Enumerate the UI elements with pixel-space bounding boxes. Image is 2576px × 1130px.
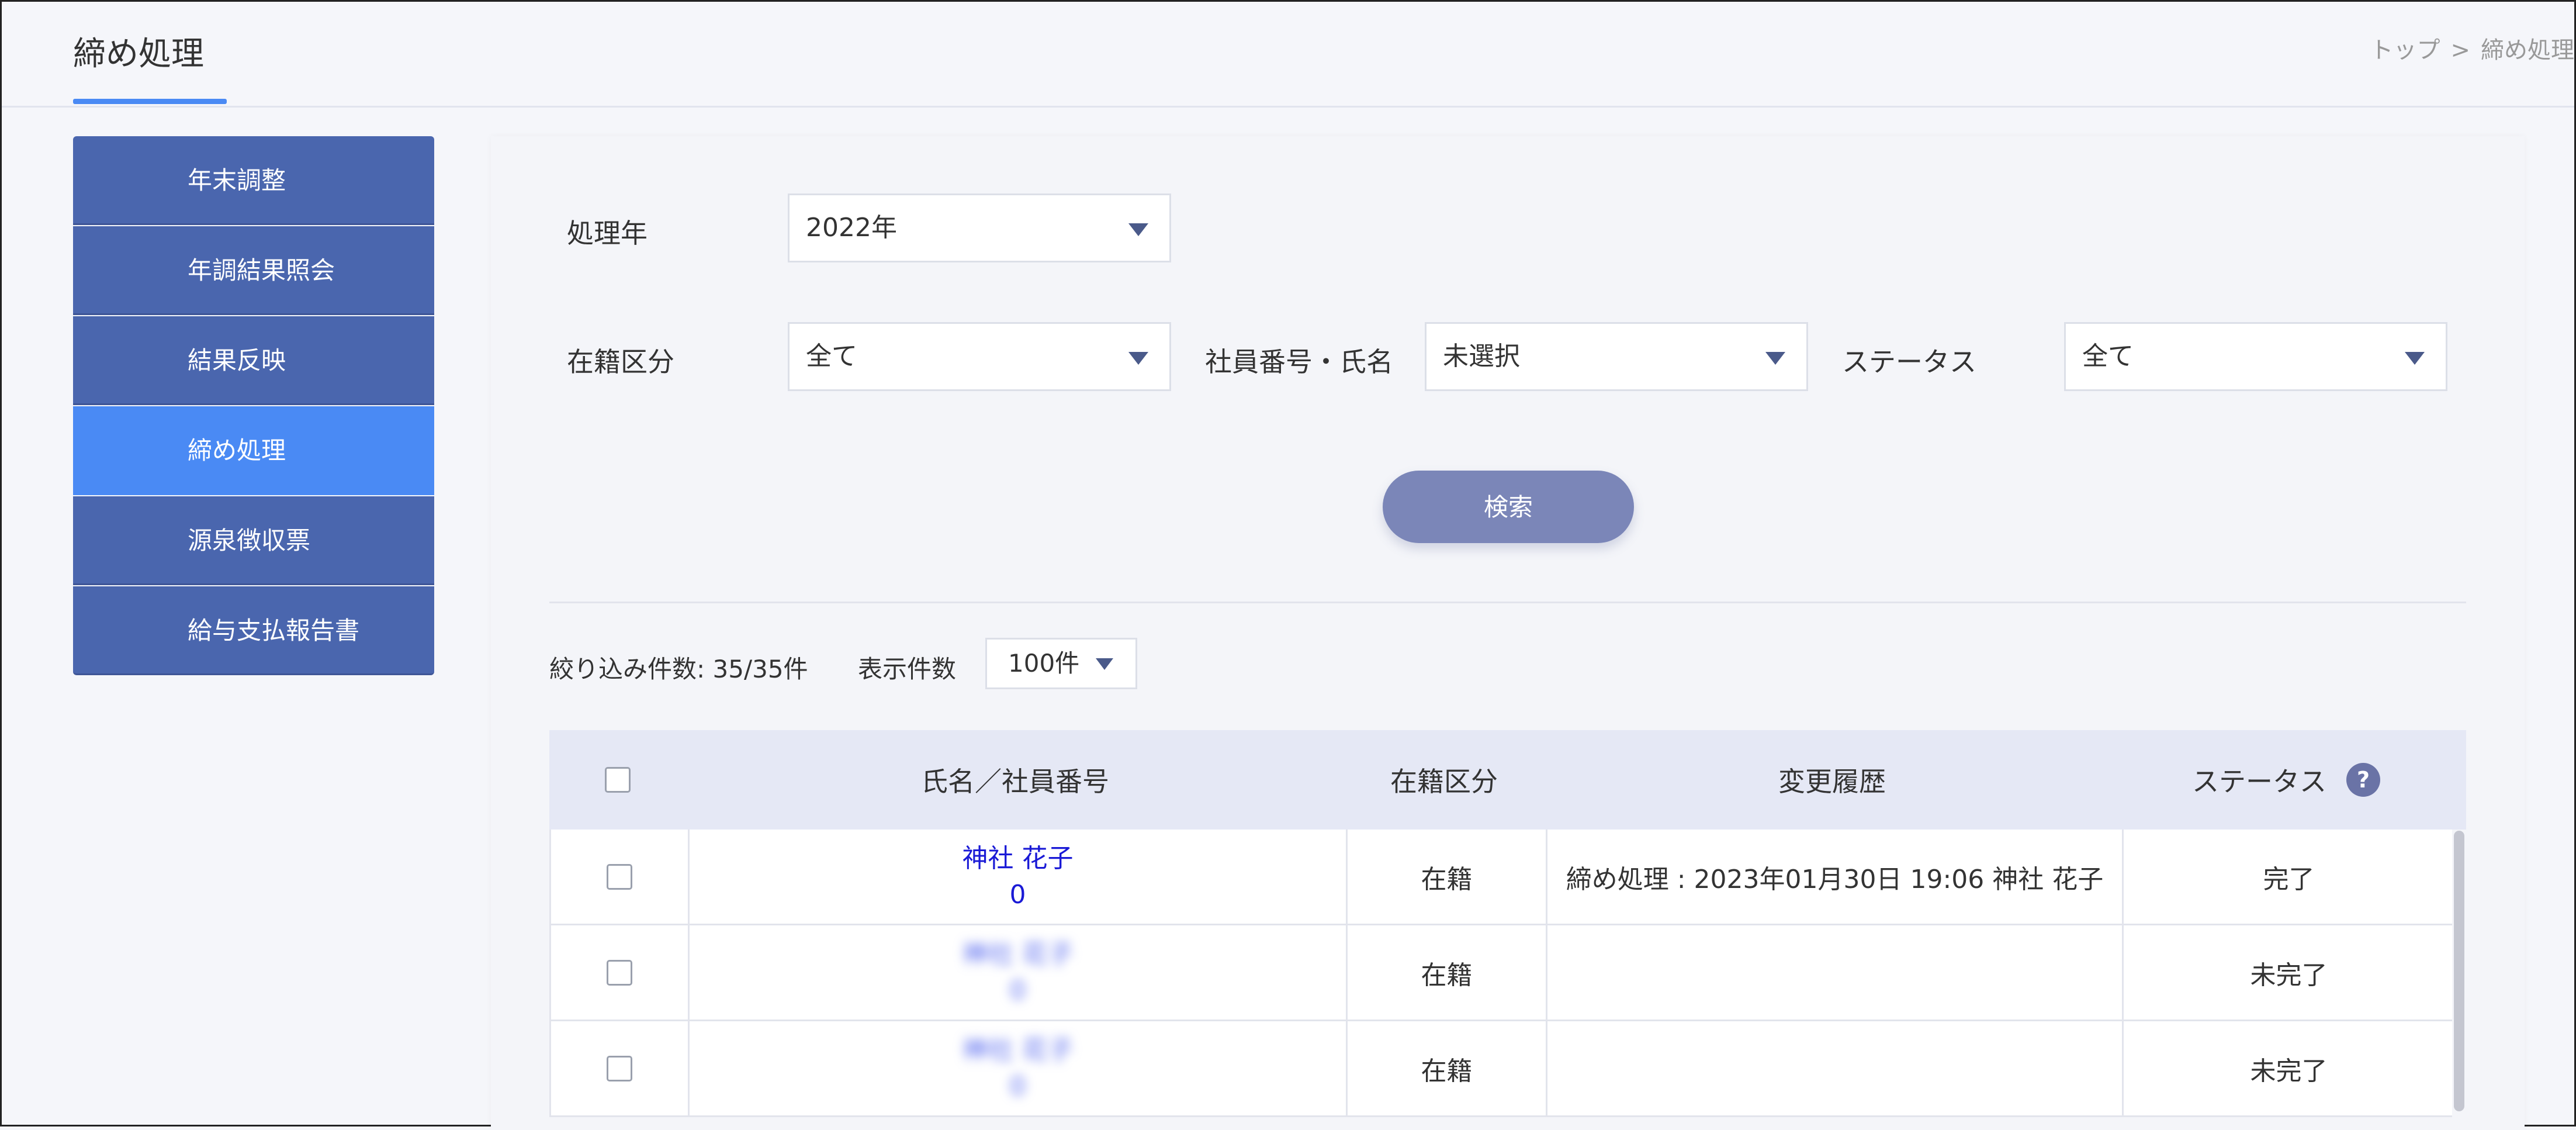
enroll-select-value: 全て [806,341,857,371]
page-title: 締め処理 [73,35,204,73]
employee-label: 社員番号・氏名 [1205,346,1393,378]
status-cell: 未完了 [2122,1021,2454,1115]
chevron-down-icon [2405,352,2425,365]
sidebar-item-label: 源泉徴収票 [188,526,311,555]
breadcrumb-separator: > [2450,37,2470,64]
enroll-cell: 在籍 [1346,925,1546,1020]
employee-number: 0 [1009,975,1026,1005]
sidebar-item-result-reflection[interactable]: 結果反映 [73,316,434,405]
name-cell: 神社 花子 0 [688,830,1346,924]
status-select[interactable]: 全て [2064,322,2447,391]
sidebar-item-label: 給与支払報告書 [188,616,360,645]
row-checkbox-cell [551,1021,688,1115]
status-cell: 未完了 [2122,925,2454,1020]
table-header: 氏名／社員番号 在籍区分 変更履歴 ステータス ? [549,730,2466,830]
employee-number: 0 [1009,879,1026,910]
enroll-select[interactable]: 全て [788,322,1171,391]
help-icon[interactable]: ? [2346,763,2380,797]
enroll-cell: 在籍 [1346,1021,1546,1115]
header-name: 氏名／社員番号 [921,766,1109,797]
chevron-down-icon [1765,352,1785,365]
year-select[interactable]: 2022年 [788,193,1171,262]
select-all-checkbox[interactable] [605,767,631,793]
row-checkbox-cell [551,925,688,1020]
employee-link[interactable]: 神社 花子 0 [962,937,1074,1009]
header-enroll: 在籍区分 [1390,766,1498,797]
sidebar: 年末調整 年調結果照会 結果反映 締め処理 源泉徴収票 給与支払報告書 [73,136,434,676]
enroll-label: 在籍区分 [567,346,674,378]
table-row: 神社 花子 0 在籍 未完了 [549,925,2452,1021]
row-checkbox[interactable] [607,863,632,890]
main-panel: 処理年 2022年 在籍区分 全て 社員番号・氏名 未選択 ステータス 全て 検… [491,136,2525,1130]
year-select-value: 2022年 [806,213,897,243]
employee-name: 神社 花子 [962,939,1074,969]
header-history: 変更履歴 [1778,766,1886,797]
status-label: ステータス [1842,346,1976,378]
history-cell: 締め処理 : 2023年01月30日 19:06 神社 花子 [1546,830,2122,924]
row-checkbox-cell [551,830,688,924]
search-button[interactable]: 検索 [1383,471,1634,543]
display-count-label: 表示件数 [858,655,957,683]
row-checkbox[interactable] [607,959,632,986]
employee-select[interactable]: 未選択 [1425,322,1808,391]
status-select-value: 全て [2082,341,2134,371]
employee-name: 神社 花子 [962,843,1074,873]
name-cell: 神社 花子 0 [688,925,1346,1020]
sidebar-item-label: 結果反映 [188,346,286,375]
breadcrumb-top[interactable]: トップ [2370,37,2440,64]
filter-count: 絞り込み件数: 35/35件 [549,655,808,683]
table-row: 神社 花子 0 在籍 締め処理 : 2023年01月30日 19:06 神社 花… [549,830,2452,925]
sidebar-item-withholding-slip[interactable]: 源泉徴収票 [73,496,434,585]
history-cell [1546,1021,2122,1115]
history-cell [1546,925,2122,1020]
title-underline [73,99,227,104]
status-cell: 完了 [2122,830,2454,924]
chevron-down-icon [1128,352,1148,365]
enroll-cell: 在籍 [1346,830,1546,924]
display-count-value: 100件 [1008,649,1080,678]
employee-select-value: 未選択 [1443,341,1520,371]
sidebar-item-closing[interactable]: 締め処理 [73,406,434,495]
sidebar-item-label: 年調結果照会 [188,256,335,285]
year-label: 処理年 [567,217,648,249]
sidebar-item-label: 締め処理 [188,436,286,465]
title-row: 締め処理 トップ > 締め処理 [2,2,2574,108]
header-status: ステータス ? [2120,730,2452,830]
sidebar-item-salary-report[interactable]: 給与支払報告書 [73,586,434,675]
sidebar-item-year-end-adjustment[interactable]: 年末調整 [73,136,434,225]
header-status-label: ステータス [2192,766,2326,797]
table-row: 神社 花子 0 在籍 未完了 [549,1021,2452,1117]
employee-link[interactable]: 神社 花子 0 [962,1032,1074,1105]
employee-number: 0 [1009,1071,1026,1101]
table-scrollbar[interactable] [2454,831,2464,1111]
row-checkbox[interactable] [607,1055,632,1081]
chevron-down-icon [1096,658,1113,670]
divider [549,602,2466,603]
employee-link[interactable]: 神社 花子 0 [962,841,1074,913]
breadcrumb: トップ > 締め処理 [2370,31,2574,65]
breadcrumb-current: 締め処理 [2481,37,2574,64]
sidebar-item-label: 年末調整 [188,166,286,195]
chevron-down-icon [1128,223,1148,236]
employee-table: 氏名／社員番号 在籍区分 変更履歴 ステータス ? 神社 花子 0 在籍 締め処… [549,730,2466,1117]
sidebar-item-adjustment-results[interactable]: 年調結果照会 [73,226,434,315]
header-checkbox-cell [549,730,686,830]
employee-name: 神社 花子 [962,1035,1074,1065]
name-cell: 神社 花子 0 [688,1021,1346,1115]
display-count-select[interactable]: 100件 [985,638,1137,689]
